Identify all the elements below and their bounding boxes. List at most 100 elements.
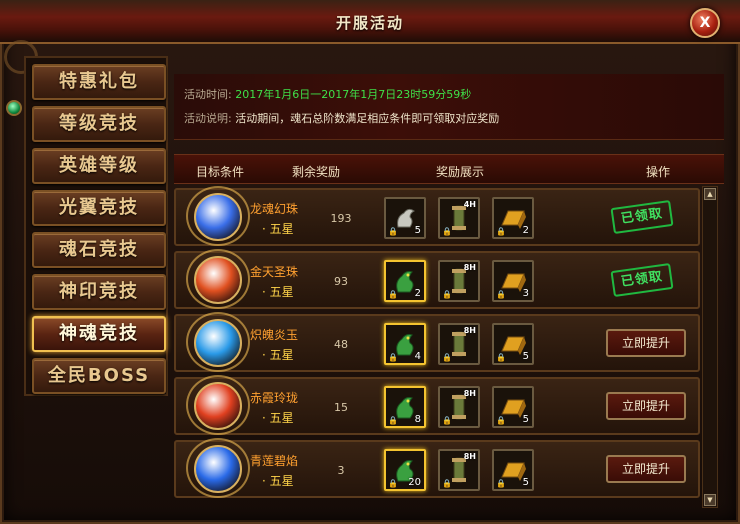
reward-slot[interactable]: 🔒 8H	[438, 260, 480, 302]
remaining-count: 93	[334, 275, 348, 288]
reward-count: 3	[522, 288, 529, 299]
target-star: · 五星	[262, 411, 294, 425]
lock-icon: 🔒	[388, 290, 398, 299]
lock-icon: 🔒	[388, 416, 398, 425]
desc-label: 活动说明:	[184, 112, 232, 125]
reward-row: 龙魂幻珠 · 五星 193 🔒 5 🔒 4H 🔒 2 已领取	[174, 186, 700, 246]
reward-slot[interactable]: 🔒 4H	[438, 197, 480, 239]
sidebar-item-7[interactable]: 神魂竞技	[32, 316, 166, 352]
reward-slot[interactable]: 🔒 8H	[438, 323, 480, 365]
lock-icon: 🔒	[496, 353, 506, 362]
reward-slot[interactable]: 🔒 8	[384, 386, 426, 428]
time-label: 活动时间:	[184, 88, 232, 101]
reward-hours: 8H	[463, 389, 476, 398]
remaining-count: 193	[330, 212, 352, 225]
target-star: · 五星	[262, 222, 294, 236]
desc-value: 活动期间，魂石总阶数满足相应条件即可领取对应奖励	[235, 112, 500, 125]
reward-count: 5	[414, 225, 421, 236]
reward-slot[interactable]: 🔒 2	[492, 197, 534, 239]
reward-hours: 8H	[463, 263, 476, 272]
lock-icon: 🔒	[442, 227, 452, 236]
target-star: · 五星	[262, 285, 294, 299]
main-panel: 活动时间: 2017年1月6日一2017年1月7日23时59分59秒 活动说明:…	[172, 54, 724, 518]
remaining-count: 3	[337, 464, 345, 477]
reward-hours: 8H	[463, 452, 476, 461]
table-header: 目标条件 剩余奖励 奖励展示 操作	[174, 154, 724, 184]
target-name: 赤霞玲珑	[250, 391, 299, 405]
target-name: 龙魂幻珠	[250, 202, 299, 216]
reward-row: 炽魄炎玉 · 五星 48 🔒 4 🔒 8H 🔒 5 立即提升	[174, 312, 700, 372]
sidebar-item-6[interactable]: 神印竞技	[32, 274, 166, 310]
claimed-stamp: 已领取	[610, 262, 674, 298]
lock-icon: 🔒	[388, 479, 398, 488]
lock-icon: 🔒	[442, 353, 452, 362]
scrollbar[interactable]: ▲ ▼	[702, 186, 718, 508]
close-button[interactable]: X	[690, 8, 720, 38]
reward-count: 20	[408, 477, 421, 488]
remaining-count: 48	[334, 338, 348, 351]
window-title: 开服活动	[335, 14, 404, 32]
time-value: 2017年1月6日一2017年1月7日23时59分59秒	[235, 88, 472, 101]
reward-count: 5	[522, 351, 529, 362]
target-star: · 五星	[262, 348, 294, 362]
header-remaining: 剩余奖励	[292, 165, 341, 179]
reward-slot[interactable]: 🔒 5	[492, 386, 534, 428]
target-name: 青莲碧焰	[250, 454, 299, 468]
soul-orb-icon	[194, 319, 242, 367]
reward-slot[interactable]: 🔒 8H	[438, 386, 480, 428]
sidebar-item-1[interactable]: 特惠礼包	[32, 64, 166, 100]
reward-row: 青莲碧焰 · 五星 3 🔒 20 🔒 8H 🔒 5 立即提升	[174, 438, 700, 498]
sidebar-item-5[interactable]: 魂石竞技	[32, 232, 166, 268]
remaining-count: 15	[334, 401, 348, 414]
header-action: 操作	[646, 165, 671, 179]
reward-slot[interactable]: 🔒 8H	[438, 449, 480, 491]
sidebar-item-3[interactable]: 英雄等级	[32, 148, 166, 184]
lock-icon: 🔒	[496, 227, 506, 236]
reward-count: 2	[414, 288, 421, 299]
scroll-down-icon[interactable]: ▼	[704, 494, 716, 506]
soul-orb-icon	[194, 382, 242, 430]
header-target: 目标条件	[196, 165, 245, 179]
lock-icon: 🔒	[442, 416, 452, 425]
scroll-up-icon[interactable]: ▲	[704, 188, 716, 200]
reward-slot[interactable]: 🔒 3	[492, 260, 534, 302]
reward-count: 4	[414, 351, 421, 362]
reward-slot[interactable]: 🔒 5	[492, 323, 534, 365]
sidebar-item-4[interactable]: 光翼竞技	[32, 190, 166, 226]
reward-row: 金天圣珠 · 五星 93 🔒 2 🔒 8H 🔒 3 已领取	[174, 249, 700, 309]
lock-icon: 🔒	[442, 290, 452, 299]
reward-count: 5	[522, 477, 529, 488]
jewel-icon	[6, 100, 22, 116]
reward-slot[interactable]: 🔒 4	[384, 323, 426, 365]
soul-orb-icon	[194, 445, 242, 493]
reward-row: 赤霞玲珑 · 五星 15 🔒 8 🔒 8H 🔒 5 立即提升	[174, 375, 700, 435]
lock-icon: 🔒	[388, 227, 398, 236]
reward-slot[interactable]: 🔒 2	[384, 260, 426, 302]
lock-icon: 🔒	[496, 416, 506, 425]
target-name: 炽魄炎玉	[250, 328, 299, 342]
reward-slot[interactable]: 🔒 5	[492, 449, 534, 491]
soul-orb-icon	[194, 256, 242, 304]
target-name: 金天圣珠	[250, 265, 299, 279]
soul-orb-icon	[194, 193, 242, 241]
target-star: · 五星	[262, 474, 294, 488]
lock-icon: 🔒	[442, 479, 452, 488]
lock-icon: 🔒	[496, 290, 506, 299]
reward-count: 8	[414, 414, 421, 425]
sidebar-item-8[interactable]: 全民BOSS	[32, 358, 166, 394]
claimed-stamp: 已领取	[610, 199, 674, 235]
upgrade-now-button[interactable]: 立即提升	[606, 455, 686, 483]
sidebar-item-2[interactable]: 等级竞技	[32, 106, 166, 142]
upgrade-now-button[interactable]: 立即提升	[606, 392, 686, 420]
reward-slot[interactable]: 🔒 20	[384, 449, 426, 491]
lock-icon: 🔒	[388, 353, 398, 362]
reward-slot[interactable]: 🔒 5	[384, 197, 426, 239]
upgrade-now-button[interactable]: 立即提升	[606, 329, 686, 357]
reward-count: 2	[522, 225, 529, 236]
header-rewards: 奖励展示	[436, 165, 485, 179]
reward-hours: 8H	[463, 326, 476, 335]
activity-info: 活动时间: 2017年1月6日一2017年1月7日23时59分59秒 活动说明:…	[174, 74, 724, 140]
reward-count: 5	[522, 414, 529, 425]
lock-icon: 🔒	[496, 479, 506, 488]
reward-hours: 4H	[463, 200, 476, 209]
